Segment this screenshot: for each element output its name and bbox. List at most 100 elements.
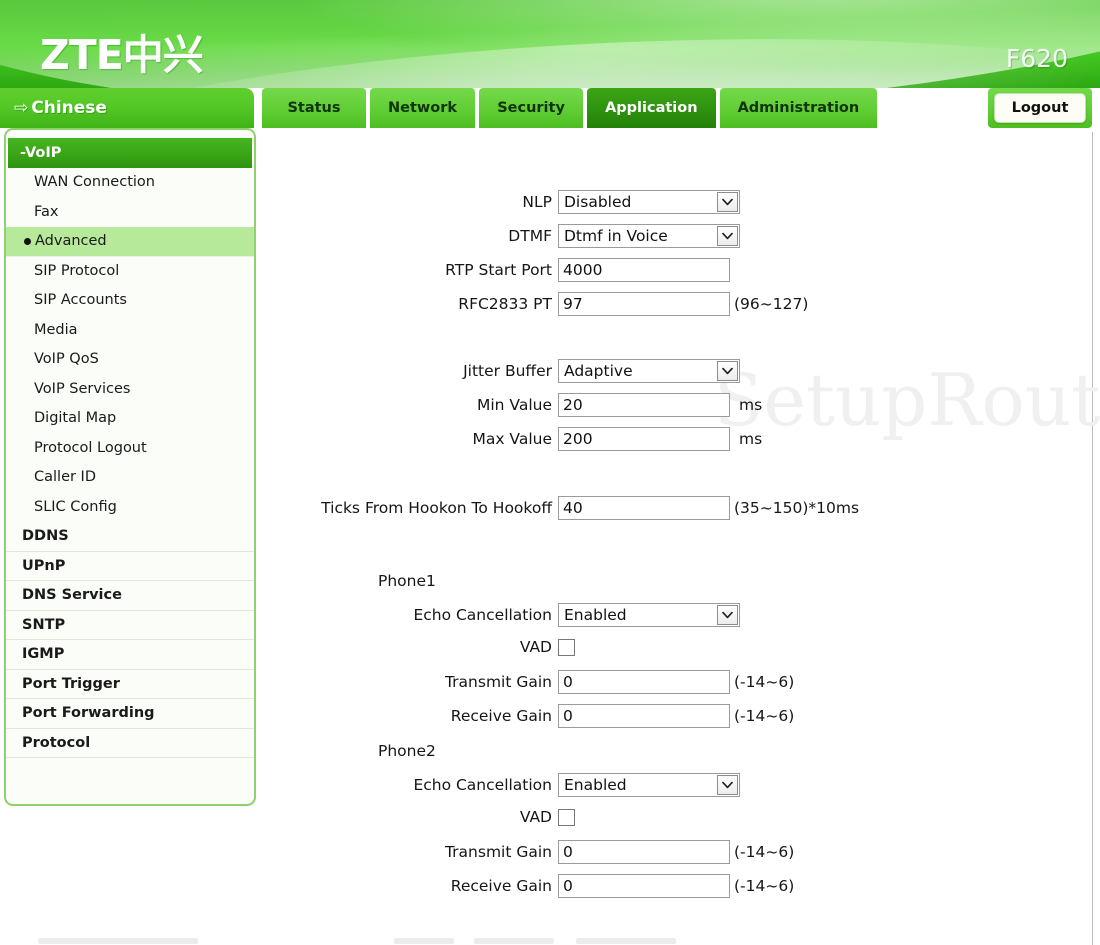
phone1-vad-checkbox[interactable] bbox=[558, 638, 575, 656]
sidebar-item-ddns[interactable]: DDNS bbox=[6, 522, 254, 552]
sidebar-item-label: IGMP bbox=[22, 646, 65, 663]
sidebar-section-voip[interactable]: -VoIP bbox=[8, 138, 252, 168]
sidebar-item-caller-id[interactable]: Caller ID bbox=[6, 463, 254, 493]
max-value-unit: ms bbox=[739, 430, 763, 448]
sidebar-item-voip-services[interactable]: VoIP Services bbox=[6, 375, 254, 405]
phone1-transmit-gain-input[interactable] bbox=[558, 670, 730, 694]
nav-tabs: Status Network Security Application Admi… bbox=[262, 88, 878, 128]
tab-security[interactable]: Security bbox=[479, 88, 584, 128]
phone1-echo-cancellation-select[interactable]: Enabled bbox=[558, 603, 740, 627]
sidebar-item-media[interactable]: Media bbox=[6, 316, 254, 346]
sidebar-item-igmp[interactable]: IGMP bbox=[6, 640, 254, 670]
sidebar-item-upnp[interactable]: UPnP bbox=[6, 552, 254, 581]
jitter-buffer-select[interactable]: Adaptive bbox=[558, 359, 740, 383]
sidebar-item-sntp[interactable]: SNTP bbox=[6, 611, 254, 640]
language-switch-label: Chinese bbox=[31, 98, 107, 118]
jitter-buffer-select-value: Adaptive bbox=[564, 362, 633, 380]
sidebar-item-label: Fax bbox=[34, 203, 59, 220]
field-row-phone2-transmit-gain: Transmit Gain (-14~6) bbox=[262, 840, 794, 864]
sidebar-item-wan-connection[interactable]: WAN Connection bbox=[6, 168, 254, 198]
sidebar-item-port-forwarding[interactable]: Port Forwarding bbox=[6, 699, 254, 729]
tab-security-label: Security bbox=[497, 100, 565, 116]
logout-button[interactable]: Logout bbox=[994, 93, 1086, 123]
phone2-receive-gain-label: Receive Gain bbox=[450, 877, 552, 895]
sidebar-item-slic-config[interactable]: SLIC Config bbox=[6, 493, 254, 523]
min-value-input[interactable] bbox=[558, 393, 730, 417]
field-row-max-value: Max Value ms bbox=[262, 427, 762, 451]
main-content-area: SetupRouter.co NLP Disabled DTMF Dtmf in… bbox=[262, 130, 1100, 930]
sidebar-item-label: Caller ID bbox=[34, 469, 97, 486]
sidebar-item-sip-protocol[interactable]: SIP Protocol bbox=[6, 257, 254, 287]
sidebar-item-label: VoIP Services bbox=[34, 380, 131, 397]
language-switch-chinese[interactable]: ⇨ Chinese bbox=[0, 88, 254, 128]
sidebar-item-label: UPnP bbox=[22, 557, 66, 574]
sidebar-item-label: Protocol bbox=[22, 734, 91, 751]
tab-status[interactable]: Status bbox=[262, 88, 366, 128]
phone1-receive-gain-hint: (-14~6) bbox=[734, 707, 795, 725]
zte-logo: ZTE中兴 bbox=[40, 31, 204, 79]
ticks-input[interactable] bbox=[558, 496, 730, 520]
phone2-transmit-gain-label: Transmit Gain bbox=[444, 843, 552, 861]
sidebar-item-label: WAN Connection bbox=[34, 174, 155, 191]
max-value-input[interactable] bbox=[558, 427, 730, 451]
tab-status-label: Status bbox=[287, 100, 341, 116]
sidebar-item-protocol[interactable]: Protocol bbox=[6, 729, 254, 758]
sidebar-item-label: Digital Map bbox=[34, 410, 117, 427]
phone1-receive-gain-input[interactable] bbox=[558, 704, 730, 728]
tab-network-label: Network bbox=[388, 100, 458, 116]
ticks-label: Ticks From Hookon To Hookoff bbox=[321, 499, 552, 517]
chevron-down-icon[interactable] bbox=[717, 361, 738, 381]
min-value-label: Min Value bbox=[477, 396, 552, 414]
sidebar-item-advanced[interactable]: Advanced bbox=[6, 227, 254, 257]
field-row-phone2-receive-gain: Receive Gain (-14~6) bbox=[262, 874, 794, 898]
sidebar-item-label: VoIP QoS bbox=[34, 351, 99, 368]
phone2-vad-checkbox[interactable] bbox=[558, 808, 575, 826]
nlp-select[interactable]: Disabled bbox=[558, 190, 740, 214]
rtp-start-port-input[interactable] bbox=[558, 258, 730, 282]
phone1-transmit-gain-hint: (-14~6) bbox=[734, 673, 795, 691]
tab-application[interactable]: Application bbox=[587, 88, 716, 128]
field-row-phone2-vad: VAD bbox=[262, 808, 575, 826]
sidebar-item-label: Port Trigger bbox=[22, 675, 120, 692]
chevron-down-icon[interactable] bbox=[717, 192, 738, 212]
logout-tab-container: Logout bbox=[988, 88, 1092, 128]
phone1-receive-gain-label: Receive Gain bbox=[450, 707, 552, 725]
sidebar-item-fax[interactable]: Fax bbox=[6, 198, 254, 228]
rfc2833-pt-input[interactable] bbox=[558, 292, 730, 316]
max-value-label: Max Value bbox=[472, 430, 552, 448]
ticks-hint: (35~150)*10ms bbox=[734, 499, 860, 517]
sidebar-item-port-trigger[interactable]: Port Trigger bbox=[6, 670, 254, 699]
tab-administration[interactable]: Administration bbox=[719, 88, 878, 128]
rtp-start-port-label: RTP Start Port bbox=[445, 261, 552, 279]
sidebar-item-label: SIP Protocol bbox=[34, 262, 120, 279]
sidebar-item-label: DDNS bbox=[22, 528, 69, 545]
sidebar-item-protocol-logout[interactable]: Protocol Logout bbox=[6, 434, 254, 464]
sidebar-item-label: SNTP bbox=[22, 616, 66, 633]
tab-network[interactable]: Network bbox=[370, 88, 476, 128]
sidebar-item-sip-accounts[interactable]: SIP Accounts bbox=[6, 286, 254, 316]
sidebar-item-digital-map[interactable]: Digital Map bbox=[6, 404, 254, 434]
phone2-receive-gain-hint: (-14~6) bbox=[734, 877, 795, 895]
dtmf-label: DTMF bbox=[508, 227, 552, 245]
sidebar-item-voip-qos[interactable]: VoIP QoS bbox=[6, 345, 254, 375]
phone2-receive-gain-input[interactable] bbox=[558, 874, 730, 898]
field-row-phone1-transmit-gain: Transmit Gain (-14~6) bbox=[262, 670, 794, 694]
dtmf-select-value: Dtmf in Voice bbox=[564, 227, 668, 245]
phone2-transmit-gain-input[interactable] bbox=[558, 840, 730, 864]
sidebar-item-dns-service[interactable]: DNS Service bbox=[6, 581, 254, 611]
chevron-down-icon[interactable] bbox=[717, 605, 738, 625]
content-right-border bbox=[1092, 132, 1093, 945]
nlp-select-value: Disabled bbox=[564, 193, 632, 211]
field-row-ticks-hookon-hookoff: Ticks From Hookon To Hookoff (35~150)*10… bbox=[262, 496, 859, 520]
min-value-unit: ms bbox=[739, 396, 763, 414]
sidebar-navigation: -VoIP WAN Connection Fax Advanced SIP Pr… bbox=[4, 128, 256, 806]
rfc2833-pt-hint: (96~127) bbox=[734, 295, 809, 313]
phone2-echo-cancellation-label: Echo Cancellation bbox=[413, 776, 552, 794]
phone2-vad-label: VAD bbox=[519, 808, 552, 826]
chevron-down-icon[interactable] bbox=[717, 226, 738, 246]
phone2-transmit-gain-hint: (-14~6) bbox=[734, 843, 795, 861]
chevron-down-icon[interactable] bbox=[717, 775, 738, 795]
dtmf-select[interactable]: Dtmf in Voice bbox=[558, 224, 740, 248]
watermark-text: SetupRouter.co bbox=[714, 358, 1100, 442]
phone2-echo-cancellation-select[interactable]: Enabled bbox=[558, 773, 740, 797]
